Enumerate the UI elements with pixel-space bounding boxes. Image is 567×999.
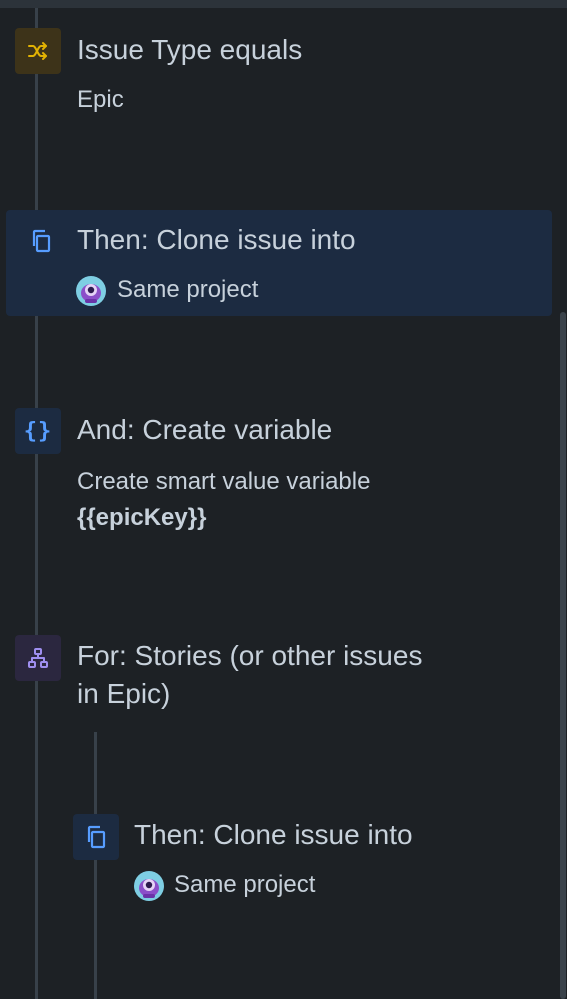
create-variable-step[interactable]: {} And: Create variable Create smart val… <box>0 404 552 544</box>
condition-title: Issue Type equals <box>77 34 303 65</box>
branch-title-line1: For: Stories (or other issues <box>77 640 423 671</box>
project-avatar <box>76 276 106 306</box>
top-bar <box>0 0 567 8</box>
create-variable-detail: Create smart value variable <box>77 468 371 495</box>
copy-icon <box>18 218 64 264</box>
braces-icon: {} <box>15 408 61 454</box>
nested-clone-project: Same project <box>174 871 316 898</box>
nested-clone-step[interactable]: Then: Clone issue into Same project <box>60 808 552 908</box>
condition-detail: Epic <box>77 86 124 113</box>
variable-name: {{epicKey}} <box>77 504 207 531</box>
project-avatar <box>134 871 164 901</box>
clone-project: Same project <box>117 276 259 303</box>
scrollbar-thumb[interactable] <box>560 312 566 999</box>
nested-clone-title: Then: Clone issue into <box>134 819 413 850</box>
condition-step[interactable]: Issue Type equals Epic <box>0 24 552 124</box>
copy-icon <box>73 814 119 860</box>
shuffle-icon <box>15 28 61 74</box>
hierarchy-icon <box>15 635 61 681</box>
clone-title: Then: Clone issue into <box>77 224 356 255</box>
branch-title-line2: in Epic) <box>77 678 171 709</box>
create-variable-title: And: Create variable <box>77 414 333 445</box>
branch-step[interactable]: For: Stories (or other issues in Epic) <box>0 632 552 722</box>
clone-step[interactable]: Then: Clone issue into Same project <box>6 210 552 316</box>
